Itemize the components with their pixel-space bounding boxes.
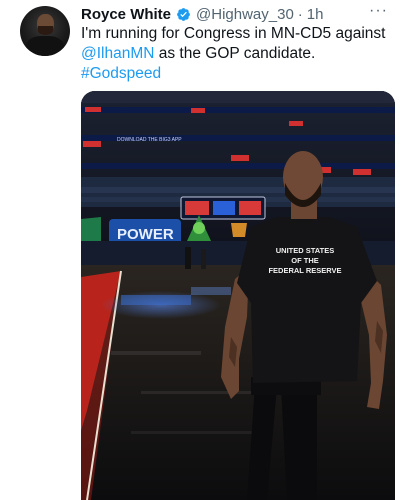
author-handle[interactable]: @Highway_30 bbox=[196, 6, 294, 23]
arena-photo: DOWNLOAD THE BIG3 APP POWER UNITED STATE… bbox=[81, 91, 395, 500]
tweet-header: Royce White @Highway_30 · 1h ··· bbox=[81, 3, 400, 24]
shirt-line2: OF THE bbox=[291, 256, 319, 265]
verified-badge-icon bbox=[176, 7, 191, 22]
sign-power: POWER bbox=[117, 226, 174, 243]
tweet-text: I'm running for Congress in MN-CD5 again… bbox=[81, 24, 401, 84]
separator-dot: · bbox=[297, 5, 303, 23]
author-name[interactable]: Royce White bbox=[81, 6, 171, 23]
mention-link[interactable]: @IlhanMN bbox=[81, 45, 154, 62]
ribbon-text: DOWNLOAD THE BIG3 APP bbox=[117, 137, 182, 143]
more-dots-icon[interactable]: ··· bbox=[369, 3, 388, 19]
shirt-line1: UNITED STATES bbox=[276, 246, 334, 255]
tweet-photo[interactable]: DOWNLOAD THE BIG3 APP POWER UNITED STATE… bbox=[81, 91, 395, 500]
tweet-text-line1: I'm running for Congress in MN-CD5 again… bbox=[81, 25, 386, 42]
shirt-line3: FEDERAL RESERVE bbox=[268, 266, 341, 275]
timestamp[interactable]: 1h bbox=[307, 6, 324, 23]
avatar[interactable] bbox=[20, 6, 70, 56]
hashtag-link[interactable]: #Godspeed bbox=[81, 65, 161, 82]
tweet-text-line2: as the GOP candidate. bbox=[154, 45, 316, 62]
